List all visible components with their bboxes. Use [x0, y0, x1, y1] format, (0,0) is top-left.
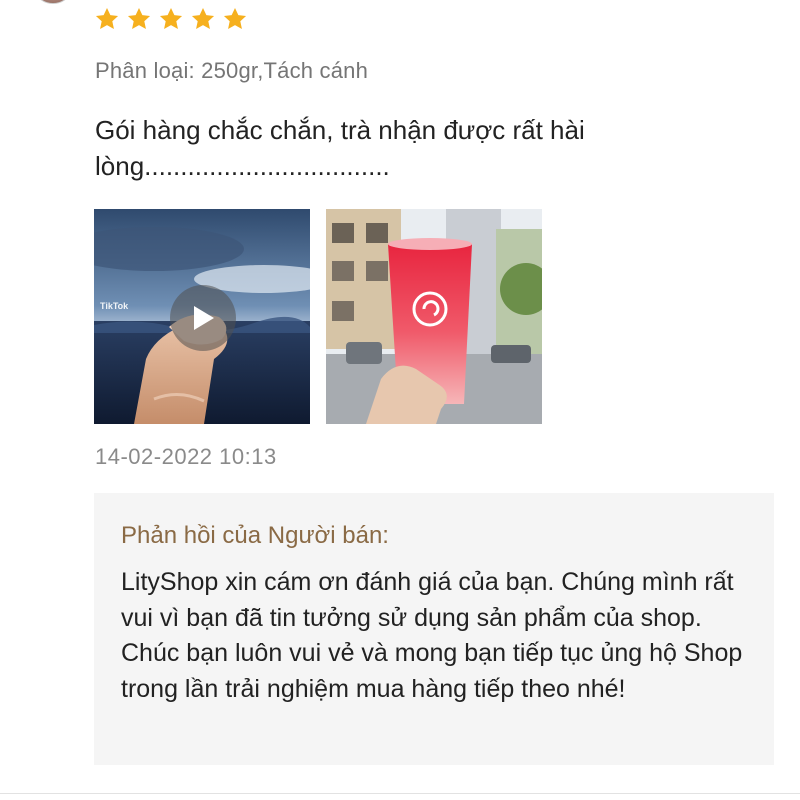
review-video-thumbnail[interactable]: TikTok	[94, 209, 310, 424]
tiktok-watermark: TikTok	[100, 301, 129, 311]
seller-reply-box: Phản hồi của Người bán: LityShop xin cám…	[94, 493, 774, 765]
review-timestamp: 14-02-2022 10:13	[95, 444, 277, 469]
divider	[0, 793, 800, 794]
play-button[interactable]	[170, 285, 236, 351]
review-text: Gói hàng chắc chắn, trà nhận được rất hà…	[95, 115, 585, 181]
play-icon	[194, 306, 214, 330]
star-icon	[223, 7, 247, 29]
seller-reply-title: Phản hồi của Người bán:	[121, 522, 389, 549]
rating-stars	[94, 6, 248, 32]
reviewer-avatar[interactable]	[32, 0, 74, 4]
star-icon	[191, 7, 215, 29]
seller-reply-text: LityShop xin cám ơn đánh giá của bạn. Ch…	[121, 568, 743, 703]
star-icon	[159, 7, 183, 29]
star-icon	[95, 7, 119, 29]
review-photo-thumbnail[interactable]	[326, 209, 542, 424]
star-icon	[127, 7, 151, 29]
product-variation: Phân loại: 250gr,Tách cánh	[95, 58, 369, 83]
